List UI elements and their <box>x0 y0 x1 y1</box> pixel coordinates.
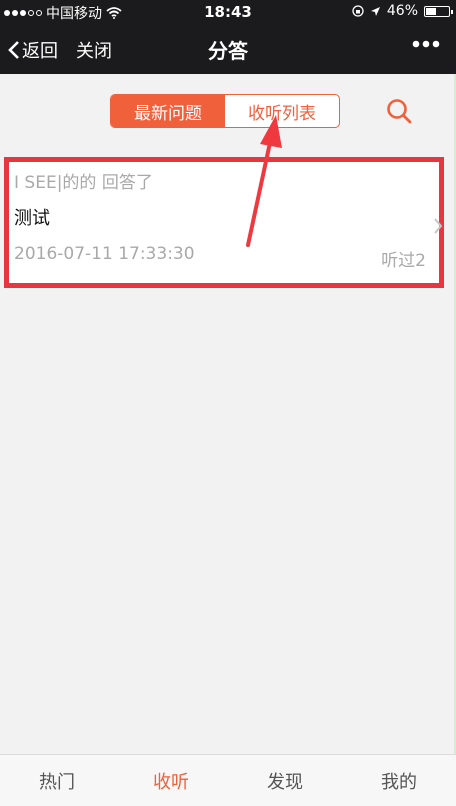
tab-discover[interactable]: 发现 <box>228 755 342 806</box>
status-bar: 中国移动 18:43 46% <box>0 0 456 24</box>
chevron-right-icon <box>434 218 443 234</box>
answer-card[interactable]: I SEE|的的 回答了 测试 2016-07-11 17:33:30 听过2 <box>4 157 444 288</box>
more-icon[interactable] <box>412 40 440 48</box>
answer-timestamp: 2016-07-11 17:33:30 <box>14 244 195 264</box>
tab-latest-questions[interactable]: 最新问题 <box>111 95 225 127</box>
tab-hot[interactable]: 热门 <box>0 755 114 806</box>
search-icon[interactable] <box>384 97 414 127</box>
answer-author: I SEE|的的 回答了 <box>14 173 153 193</box>
page-title: 分答 <box>208 39 248 63</box>
back-label: 返回 <box>22 41 58 62</box>
back-button[interactable]: 返回 <box>8 37 58 63</box>
question-text: 测试 <box>14 208 50 229</box>
battery-percent: 46% <box>386 3 418 19</box>
segmented-control: 最新问题 收听列表 <box>110 94 340 128</box>
tab-listen[interactable]: 收听 <box>114 755 228 806</box>
tab-listen-list[interactable]: 收听列表 <box>225 95 339 127</box>
chevron-left-icon <box>8 41 19 59</box>
tab-mine[interactable]: 我的 <box>342 755 456 806</box>
nav-bar: 返回 关闭 分答 <box>0 24 456 74</box>
orientation-lock-icon <box>352 5 364 17</box>
battery-icon <box>424 5 453 17</box>
bottom-tab-bar: 热门 收听 发现 我的 <box>0 754 456 806</box>
location-icon <box>370 6 380 16</box>
close-button[interactable]: 关闭 <box>76 37 112 63</box>
status-right: 46% <box>352 3 453 19</box>
listen-count: 听过2 <box>381 251 426 271</box>
